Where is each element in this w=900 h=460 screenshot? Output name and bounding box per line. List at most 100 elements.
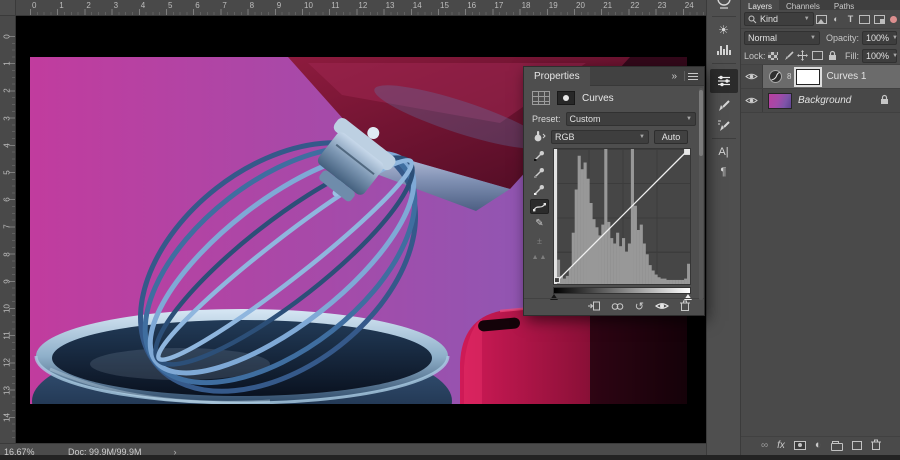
lock-transparent-icon[interactable] <box>767 49 781 62</box>
smooth-curve-icon[interactable]: ± <box>530 233 549 248</box>
tab-paths[interactable]: Paths <box>827 0 861 10</box>
properties-panel-icon[interactable] <box>710 69 738 93</box>
background-layer-thumbnail[interactable] <box>768 93 792 109</box>
gray-point-eyedropper-icon[interactable] <box>530 165 549 180</box>
brushes-panel-icon[interactable] <box>707 95 741 115</box>
edit-points-tool-icon[interactable] <box>530 199 549 214</box>
delete-layer-icon[interactable] <box>871 439 881 452</box>
properties-tab-row: Properties » <box>524 67 704 86</box>
delete-adjustment-icon[interactable] <box>680 298 690 316</box>
layer-name[interactable]: Background <box>798 95 851 106</box>
filter-shape-icon[interactable] <box>858 13 872 26</box>
lock-badge-icon[interactable] <box>880 94 889 108</box>
preset-row: Preset: Custom ▼ <box>524 110 704 128</box>
chevron-down-icon: ▼ <box>636 134 645 140</box>
panel-scrollbar-thumb[interactable] <box>699 90 703 156</box>
clip-to-layer-icon[interactable] <box>588 298 600 316</box>
preset-dropdown[interactable]: Custom ▼ <box>566 112 696 126</box>
channel-row: RGB ▼ Auto <box>524 128 704 146</box>
lock-position-icon[interactable] <box>796 49 810 62</box>
tab-channels[interactable]: Channels <box>779 0 827 10</box>
new-layer-icon[interactable] <box>852 441 862 450</box>
panel-dock: ☀ A| ¶ <box>706 0 740 460</box>
visibility-eye-icon[interactable] <box>741 65 763 88</box>
lock-row: Lock: Fill: 100% ▼ <box>741 47 900 65</box>
previous-state-icon[interactable] <box>611 298 624 316</box>
layer-filter-row: Kind ▼ ◐ T <box>741 10 900 29</box>
window-bottom-edge <box>0 455 900 460</box>
paragraph-panel-icon[interactable]: ¶ <box>707 162 741 182</box>
layer-row-curves[interactable]: 8 Curves 1 <box>741 65 900 89</box>
layer-row-background[interactable]: Background <box>741 89 900 113</box>
pencil-tool-icon[interactable]: ✎ <box>530 216 549 231</box>
curves-editor: ✎ ± ▲▲ <box>524 146 704 298</box>
ruler-corner[interactable] <box>0 0 16 16</box>
tab-layers[interactable]: Layers <box>741 0 779 10</box>
lock-artboard-icon[interactable] <box>811 49 825 62</box>
photoshop-window: 0123456789101112131415161718192021222324… <box>0 0 900 460</box>
layer-style-icon[interactable]: fx <box>777 440 785 451</box>
histogram-panel-icon[interactable] <box>707 40 741 60</box>
input-gradient-ramp <box>553 287 691 294</box>
layers-list: 8 Curves 1 Background <box>741 65 900 113</box>
white-point-eyedropper-icon[interactable] <box>530 182 549 197</box>
vertical-ruler[interactable]: 01234567891011121314 <box>0 16 16 443</box>
mask-link-icon[interactable]: 8 <box>787 72 791 81</box>
lock-label: Lock: <box>744 51 766 61</box>
reset-adjustment-icon[interactable]: ↺ <box>635 302 644 313</box>
properties-footer: ↺ <box>524 298 704 315</box>
collapse-panel-icon[interactable]: » <box>667 71 681 82</box>
new-adjustment-icon[interactable]: ◐ <box>815 439 822 451</box>
character-panel-icon[interactable]: A| <box>707 142 741 162</box>
filter-toggle-icon[interactable] <box>890 16 897 23</box>
curves-tools: ✎ ± ▲▲ <box>527 148 552 265</box>
layers-footer: ∞ fx ◐ <box>741 436 900 453</box>
visibility-eye-icon[interactable] <box>741 89 763 112</box>
filter-kind-dropdown[interactable]: Kind ▼ <box>744 12 814 26</box>
search-icon <box>748 15 757 24</box>
curves-grid[interactable] <box>553 148 691 285</box>
chevron-down-icon: ▼ <box>683 116 692 122</box>
curves-header: Curves <box>524 86 704 110</box>
mask-view-icon[interactable] <box>557 91 575 105</box>
layer-mask-thumbnail[interactable] <box>796 69 820 85</box>
blend-mode-row: Normal ▼ Opacity: 100% ▼ <box>741 29 900 47</box>
adjustment-controls-icon[interactable] <box>532 91 550 105</box>
filter-type-icon[interactable]: T <box>844 13 858 26</box>
add-mask-icon[interactable] <box>794 441 806 450</box>
adjustments-panel-icon[interactable]: ☀ <box>707 20 741 40</box>
link-layers-icon[interactable]: ∞ <box>761 440 768 451</box>
toggle-visibility-icon[interactable] <box>655 298 669 316</box>
layer-name[interactable]: Curves 1 <box>826 71 866 82</box>
panel-menu-icon[interactable] <box>688 73 698 80</box>
new-group-icon[interactable] <box>831 443 843 451</box>
filter-smart-object-icon[interactable] <box>873 13 887 26</box>
blend-mode-dropdown[interactable]: Normal ▼ <box>744 31 820 45</box>
chevron-down-icon: ▼ <box>889 35 898 41</box>
filter-image-icon[interactable] <box>815 13 829 26</box>
brush-settings-panel-icon[interactable] <box>707 115 741 135</box>
filter-adjustment-icon[interactable]: ◐ <box>829 13 843 26</box>
curve-point-highlights[interactable] <box>685 149 690 154</box>
curves-adjustment-thumbnail[interactable] <box>768 69 783 84</box>
lock-pixels-icon[interactable] <box>781 49 795 62</box>
layers-panel-tabs: Layers Channels Paths <box>741 0 900 10</box>
preset-label: Preset: <box>532 114 561 124</box>
panel-title: Curves <box>582 93 614 104</box>
color-panel-icon[interactable] <box>707 0 741 13</box>
chevron-down-icon: ▼ <box>889 53 898 59</box>
black-point-eyedropper-icon[interactable] <box>530 148 549 163</box>
fill-field[interactable]: 100% ▼ <box>862 49 897 63</box>
targeted-adjustment-icon[interactable] <box>532 130 546 145</box>
tab-properties[interactable]: Properties <box>524 67 590 86</box>
channel-dropdown[interactable]: RGB ▼ <box>551 130 649 144</box>
horizontal-ruler[interactable]: 0123456789101112131415161718192021222324 <box>16 0 706 16</box>
clipping-warning-icon[interactable]: ▲▲ <box>530 250 549 265</box>
opacity-field[interactable]: 100% ▼ <box>862 31 897 45</box>
lock-all-icon[interactable] <box>825 49 839 62</box>
fill-label: Fill: <box>845 51 859 61</box>
properties-panel: Properties » Curves Preset: Custom ▼ <box>523 66 705 316</box>
curve-line[interactable] <box>554 149 690 284</box>
curve-point-shadows[interactable] <box>554 278 559 283</box>
auto-button[interactable]: Auto <box>654 130 688 144</box>
